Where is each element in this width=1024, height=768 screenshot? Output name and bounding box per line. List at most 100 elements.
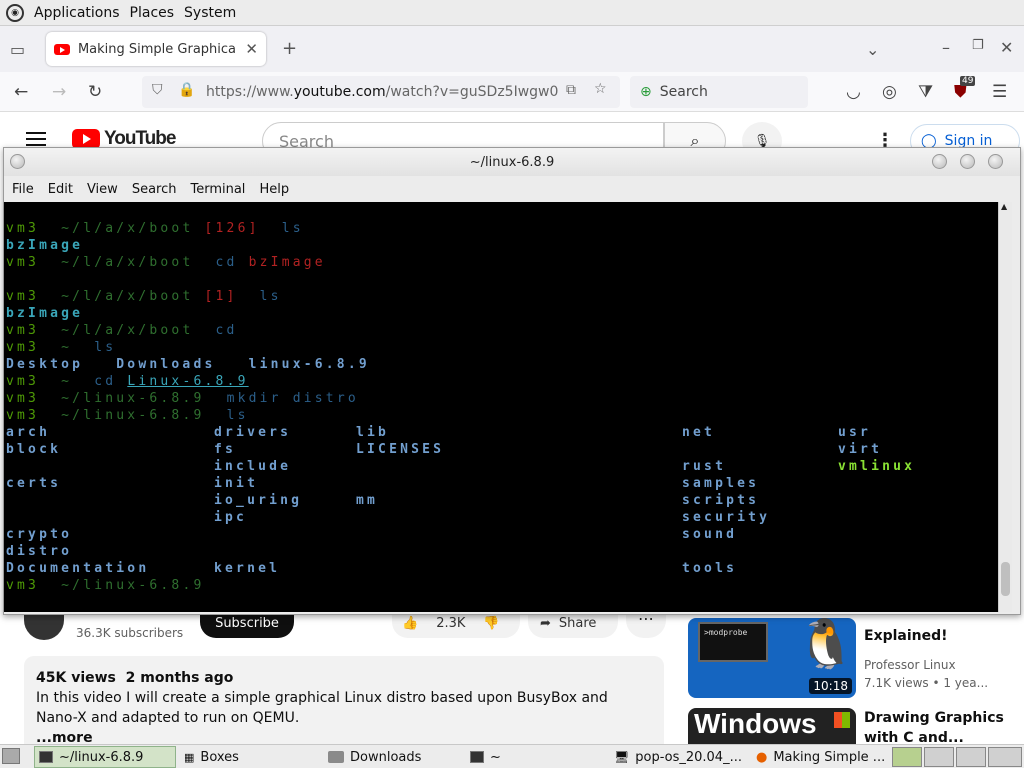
terminal-segment: vm3	[6, 340, 40, 355]
terminal-segment: vm3	[6, 255, 40, 270]
terminal-segment: ~/l/a/x/boot	[39, 221, 205, 236]
video-thumbnail[interactable]: >modprobe 🐧 10:18	[688, 618, 856, 698]
menu-places[interactable]: Places	[130, 5, 175, 21]
subscriber-count: 36.3K subscribers	[76, 626, 184, 640]
window-menu-icon[interactable]	[10, 154, 25, 169]
url-host: youtube.com	[293, 84, 386, 100]
forward-icon[interactable]: →	[52, 82, 66, 102]
reader-view-icon[interactable]: ⧉	[566, 82, 576, 98]
terminal-line: vm3 ~/linux-6.8.9 mkdir distro	[6, 390, 359, 407]
task-label: pop-os_20.04_...	[635, 749, 742, 765]
lock-icon[interactable]: 🔒	[178, 82, 195, 98]
show-desktop-icon[interactable]	[2, 748, 20, 764]
task-boxes[interactable]: ▦ Boxes	[180, 746, 320, 768]
video-description[interactable]: 45K views 2 months ago In this video I w…	[24, 656, 664, 744]
video-thumbnail[interactable]: Windows	[688, 708, 856, 744]
distro-logo-icon[interactable]: ◉	[6, 3, 24, 22]
guide-menu-icon[interactable]	[26, 132, 46, 146]
app-menu-icon[interactable]: ☰	[992, 82, 1007, 102]
extension-badge: 49	[960, 76, 976, 86]
terminal-segment: vm3	[6, 391, 40, 406]
ls-entry: security	[682, 510, 771, 525]
menu-terminal[interactable]: Terminal	[190, 182, 245, 197]
close-tab-icon[interactable]: ✕	[245, 40, 258, 58]
task-pop-os-vm[interactable]: 🖥 pop-os_20.04_...	[610, 746, 750, 768]
reload-icon[interactable]: ↻	[88, 82, 102, 102]
ls-entry: sound	[682, 527, 738, 542]
task-terminal-linux[interactable]: ~/linux-6.8.9	[34, 746, 176, 768]
maximize-icon[interactable]	[960, 154, 975, 169]
ls-entry: distro	[6, 544, 73, 559]
menu-edit[interactable]: Edit	[48, 182, 73, 197]
bottom-taskbar: ~/linux-6.8.9 ▦ Boxes Downloads ~ 🖥 pop-…	[0, 744, 1024, 768]
terminal-segment: ls	[94, 340, 117, 355]
tab-overview-icon[interactable]: ▭	[10, 40, 25, 59]
menu-view[interactable]: View	[87, 182, 118, 197]
new-tab-icon[interactable]: +	[282, 38, 297, 59]
ls-entry: mm	[356, 493, 379, 508]
terminal-output[interactable]: vm3 ~/l/a/x/boot [126] ls bzImage vm3 ~/l/…	[4, 202, 998, 612]
ls-entry: certs	[6, 476, 62, 491]
recommended-video-meta: 7.1K views • 1 yea...	[864, 676, 989, 690]
terminal-line: vm3 ~/l/a/x/boot cd	[6, 322, 238, 339]
terminal-window[interactable]: ~/linux-6.8.9 File Edit View Search Term…	[3, 147, 1021, 615]
terminal-segment: mkdir distro	[226, 391, 359, 406]
workspace-1[interactable]	[892, 747, 922, 767]
task-terminal-home[interactable]: ~	[466, 746, 606, 768]
account-icon[interactable]: ◎	[882, 82, 897, 102]
scrollbar-thumb[interactable]	[1001, 562, 1010, 596]
thumbnail-windows-text: Windows	[694, 708, 817, 739]
recommended-video[interactable]: Windows Drawing Graphics with C and...	[688, 708, 1024, 744]
restore-icon[interactable]: ❐	[972, 38, 984, 53]
terminal-titlebar[interactable]: ~/linux-6.8.9	[4, 148, 1020, 176]
thumbs-down-icon[interactable]: 👎	[483, 616, 499, 631]
menu-applications[interactable]: Applications	[34, 5, 120, 21]
show-more-link[interactable]: ...more	[36, 728, 652, 744]
scroll-up-icon[interactable]: ▲	[1001, 202, 1007, 211]
browser-tab-active[interactable]: Making Simple Graphical Li ✕	[46, 32, 266, 66]
terminal-segment: [1]	[204, 289, 238, 304]
search-bar-placeholder: Search	[659, 84, 708, 100]
task-firefox[interactable]: ● Making Simple ...	[752, 746, 890, 768]
workspace-4[interactable]	[988, 747, 1022, 767]
menu-system[interactable]: System	[184, 5, 236, 21]
workspace-2[interactable]	[924, 747, 954, 767]
recommended-video-title[interactable]: Explained!	[864, 626, 1020, 646]
terminal-segment: cd	[215, 255, 249, 270]
terminal-line: bzImage	[6, 305, 83, 322]
recommended-video[interactable]: >modprobe 🐧 10:18 Explained! Professor L…	[688, 618, 1024, 700]
terminal-segment: ~	[39, 374, 95, 389]
url-bar[interactable]: ⛉ 🔒 https://www. youtube.com/watch?v=guSD…	[142, 76, 620, 108]
top-panel: ◉ Applications Places System	[0, 0, 1024, 26]
terminal-segment: vm3	[6, 221, 40, 236]
menu-help[interactable]: Help	[259, 182, 289, 197]
menu-file[interactable]: File	[12, 182, 34, 197]
back-icon[interactable]: ←	[14, 82, 28, 102]
minimize-icon[interactable]: –	[942, 38, 950, 57]
recommended-video-title[interactable]: Drawing Graphics with C and...	[864, 708, 1020, 744]
search-bar[interactable]: ⊕ Search	[630, 76, 808, 108]
ls-entry: block	[6, 442, 62, 457]
list-tabs-icon[interactable]: ⌄	[866, 40, 879, 59]
terminal-scrollbar[interactable]: ▲	[998, 202, 1012, 612]
terminal-segment: [126]	[204, 221, 260, 236]
video-stats: 45K views 2 months ago	[36, 668, 652, 688]
workspace-3[interactable]	[956, 747, 986, 767]
ls-entry: samples	[682, 476, 760, 491]
menu-search[interactable]: Search	[132, 182, 177, 197]
close-icon[interactable]	[988, 154, 1003, 169]
firefox-icon: ●	[756, 749, 768, 765]
extensions-icon[interactable]: ⧩	[918, 82, 933, 102]
terminal-menubar: File Edit View Search Terminal Help	[4, 176, 1020, 202]
terminal-segment: vm3	[6, 374, 40, 389]
recommended-video-channel[interactable]: Professor Linux	[864, 656, 956, 674]
minimize-icon[interactable]	[932, 154, 947, 169]
close-window-icon[interactable]: ✕	[1000, 38, 1013, 57]
bookmark-star-icon[interactable]: ☆	[594, 81, 607, 97]
pocket-icon[interactable]: ◡	[846, 82, 861, 102]
terminal-title: ~/linux-6.8.9	[469, 154, 555, 170]
thumbs-up-icon[interactable]: 👍	[402, 616, 418, 631]
tracking-shield-icon[interactable]: ⛉	[152, 82, 163, 98]
task-downloads[interactable]: Downloads	[324, 746, 464, 768]
ls-entry: vmlinux	[838, 459, 916, 474]
